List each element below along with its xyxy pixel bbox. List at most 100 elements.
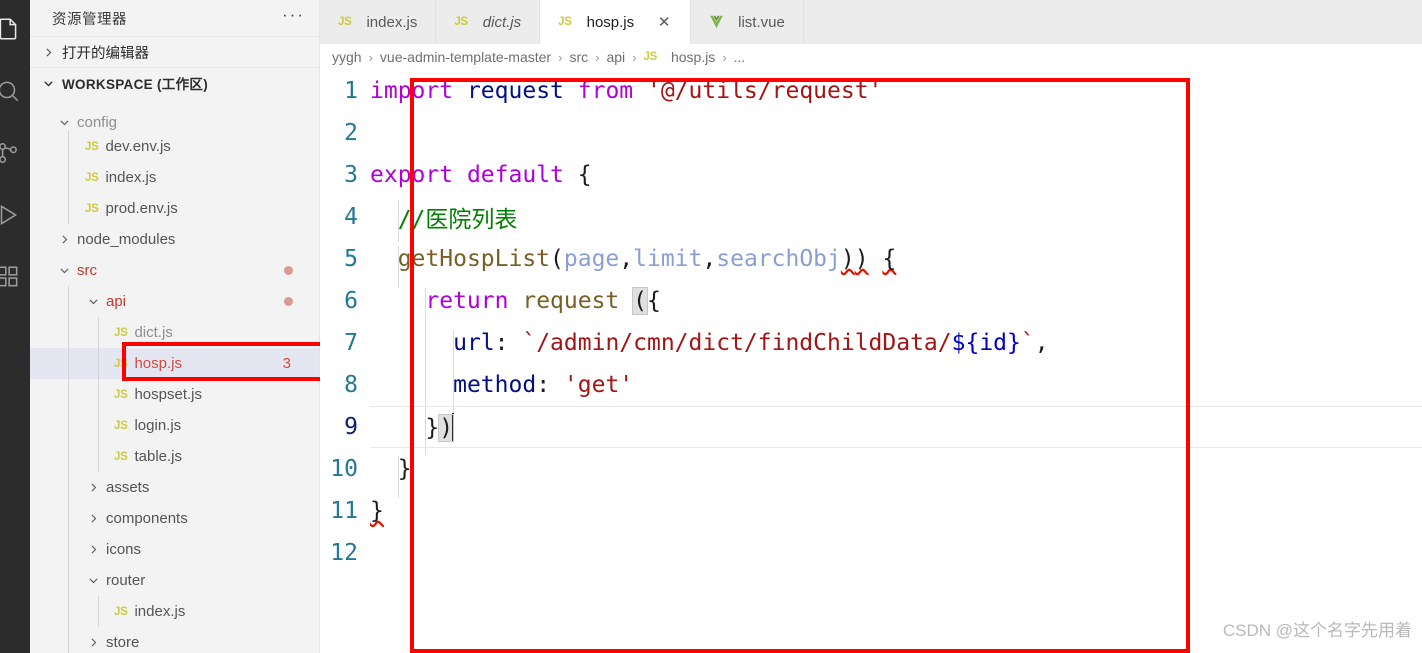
tree-item-label: config [77, 113, 118, 131]
code-line-text: } [370, 498, 384, 524]
code-token: export [370, 162, 454, 188]
tree-folder-row[interactable]: router [30, 565, 319, 596]
code-line[interactable]: 10 } [320, 448, 1422, 498]
editor-tab[interactable]: JS hosp.js ✕ [540, 0, 692, 44]
tree-file-row[interactable]: JS prod.env.js [30, 193, 319, 224]
indent-guide [68, 286, 69, 317]
code-token: { [577, 162, 592, 188]
breadcrumb-separator-icon: › [722, 49, 727, 65]
tree-item-label: table.js [134, 448, 182, 465]
editor-tab-label: hosp.js [586, 13, 635, 31]
tree-folder-row[interactable]: components [30, 503, 319, 534]
indent-guide [98, 379, 99, 410]
code-line-text: method: 'get' [370, 372, 634, 414]
breadcrumb-item[interactable]: yygh [332, 49, 362, 65]
indent-guide [68, 410, 69, 441]
run-debug-icon[interactable] [0, 184, 23, 246]
code-token: : [536, 372, 551, 398]
tree-file-row[interactable]: JS index.js [30, 596, 319, 627]
editor-tab[interactable]: JS index.js [320, 0, 437, 44]
code-line[interactable]: 7 url: `/admin/cmn/dict/findChildData/${… [320, 322, 1422, 372]
code-line[interactable]: 6 return request ({ [320, 280, 1422, 330]
tree-file-row[interactable]: JS hosp.js 3 [30, 348, 319, 379]
chevron-right-icon [85, 512, 101, 525]
code-token: request [466, 78, 564, 104]
js-file-icon: JS [338, 16, 352, 28]
js-file-icon: JS [114, 419, 128, 432]
tree-file-row[interactable]: JS dev.env.js [30, 131, 319, 162]
section-workspace[interactable]: WORKSPACE (工作区) [30, 67, 319, 98]
chevron-down-icon [85, 295, 101, 308]
code-token: url [453, 330, 495, 356]
code-token: method [453, 372, 537, 398]
code-line[interactable]: 4 //医院列表 [320, 196, 1422, 242]
tree-file-row[interactable]: JS dict.js [30, 317, 319, 348]
line-number: 3 [344, 162, 358, 188]
code-token: } [370, 498, 384, 524]
tree-folder-row[interactable]: api [30, 286, 319, 317]
code-token: 'get' [563, 372, 634, 398]
breadcrumb-item[interactable]: api [606, 49, 625, 65]
tree-file-row[interactable]: JS hospset.js [30, 379, 319, 410]
code-token: `/admin/cmn/dict/findChildData/ [522, 330, 952, 356]
breadcrumb-item[interactable]: vue-admin-template-master [380, 49, 551, 65]
chevron-down-icon [56, 264, 72, 277]
tree-file-row[interactable]: JS table.js [30, 441, 319, 472]
explorer-icon[interactable] [0, 0, 23, 60]
code-line-text: url: `/admin/cmn/dict/findChildData/${id… [370, 330, 1049, 372]
code-line-text: //医院列表 [370, 200, 517, 242]
code-token: ` [1020, 330, 1035, 356]
tree-item-label: index.js [105, 169, 157, 186]
indent-guide [68, 317, 69, 348]
code-token: searchObj [716, 246, 841, 272]
code-token: limit [633, 246, 703, 272]
code-line[interactable]: 12 [320, 532, 1422, 574]
close-icon[interactable]: ✕ [656, 15, 672, 30]
search-icon[interactable] [0, 60, 23, 122]
active-line-highlight [370, 406, 1422, 448]
tree-folder-row[interactable]: src [30, 255, 319, 286]
section-open-editors[interactable]: 打开的编辑器 [30, 36, 319, 67]
section-workspace-label: WORKSPACE (工作区) [62, 77, 208, 92]
indent-guide [68, 131, 69, 162]
code-token: default [466, 162, 564, 188]
tree-folder-row[interactable]: config [30, 113, 319, 131]
code-line[interactable]: 8 method: 'get' [320, 364, 1422, 414]
indent-guide [68, 565, 69, 596]
source-control-icon[interactable] [0, 122, 23, 184]
code-line[interactable]: 1 import request from '@/utils/request' [320, 70, 1422, 112]
code-line[interactable]: 5 getHospList(page,limit,searchObj)) { [320, 238, 1422, 288]
breadcrumb-item[interactable]: ... [734, 49, 746, 65]
code-editor[interactable]: 1 import request from '@/utils/request' 2 3… [320, 70, 1422, 653]
tree-folder-row[interactable]: store [30, 627, 319, 653]
tree-file-row[interactable]: JS index.js [30, 162, 319, 193]
tree-folder-row[interactable]: node_modules [30, 224, 319, 255]
breadcrumb-separator-icon: › [632, 49, 637, 65]
more-actions-icon[interactable]: ··· [282, 6, 305, 26]
line-number: 9 [344, 414, 358, 440]
code-line[interactable]: 11} [320, 490, 1422, 532]
breadcrumb-separator-icon: › [595, 49, 600, 65]
tree-item-label: node_modules [77, 231, 176, 248]
code-token: from [577, 78, 634, 104]
extensions-icon[interactable] [0, 246, 23, 308]
line-number: 8 [344, 372, 358, 398]
code-token: ) [840, 246, 855, 272]
tree-file-row[interactable]: JS login.js [30, 410, 319, 441]
code-line[interactable]: 2 [320, 112, 1422, 154]
editor-tab[interactable]: list.vue [691, 0, 804, 44]
editor-tab[interactable]: JS dict.js [436, 0, 541, 44]
tree-folder-row[interactable]: assets [30, 472, 319, 503]
code-line[interactable]: 9 }) [320, 406, 1422, 455]
code-line[interactable]: 3 export default { [320, 154, 1422, 196]
breadcrumb-item[interactable]: src [569, 49, 588, 65]
tree-item-label: hosp.js [134, 355, 182, 372]
tree-folder-row[interactable]: icons [30, 534, 319, 565]
breadcrumb-item[interactable]: hosp.js [671, 49, 715, 65]
code-line-text: export default { [370, 162, 592, 188]
chevron-right-icon [85, 481, 101, 494]
